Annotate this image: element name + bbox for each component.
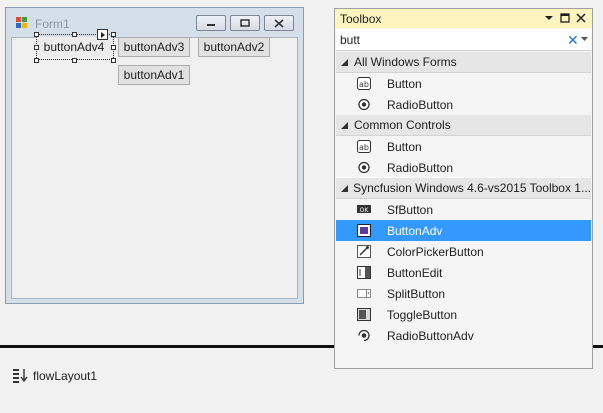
toolbox-item-label: RadioButton <box>387 98 454 112</box>
toolbox-group-common-controls[interactable]: Common Controls <box>336 115 591 136</box>
toolbox-item-label: RadioButtonAdv <box>387 329 474 343</box>
toolbox-item-label: Button <box>387 77 422 91</box>
toolbox-item-colorpickerbutton[interactable]: ColorPickerButton <box>336 241 591 262</box>
toolbox-close-button[interactable] <box>575 12 587 24</box>
toolbox-item-label: RadioButton <box>387 161 454 175</box>
svg-text:ab: ab <box>359 80 369 89</box>
close-button[interactable] <box>264 15 294 31</box>
split-button-icon <box>357 289 371 298</box>
tray-component-flowlayout[interactable]: flowLayout1 <box>12 368 97 383</box>
form-title: Form1 <box>35 17 70 31</box>
tray-component-label: flowLayout1 <box>33 368 98 383</box>
dropdown-arrow-icon <box>545 16 553 20</box>
group-label: Syncfusion Windows 4.6-vs2015 Toolbox 1.… <box>353 181 591 195</box>
button-adv-icon <box>357 224 371 237</box>
toolbox-item-label: ButtonAdv <box>387 224 443 238</box>
button-adv2[interactable]: buttonAdv2 <box>198 37 270 57</box>
maximize-icon <box>240 19 250 27</box>
resize-handle[interactable] <box>34 45 39 50</box>
svg-text:ab: ab <box>359 143 369 152</box>
toolbox-item-buttonadv[interactable]: ButtonAdv <box>336 220 591 241</box>
close-icon <box>274 18 284 28</box>
toolbox-group-all-windows-forms[interactable]: All Windows Forms <box>336 52 591 73</box>
toolbox-title: Toolbox <box>340 12 382 26</box>
toolbox-group-syncfusion[interactable]: Syncfusion Windows 4.6-vs2015 Toolbox 1.… <box>336 178 591 199</box>
toolbox-item-radiobuttonadv[interactable]: RadioButtonAdv <box>336 325 591 346</box>
resize-handle[interactable] <box>111 45 116 50</box>
resize-handle[interactable] <box>34 58 39 63</box>
toolbox-header[interactable]: Toolbox <box>335 9 592 28</box>
radio-button-icon <box>358 161 370 174</box>
resize-handle[interactable] <box>72 32 77 37</box>
toolbox-item-label: Button <box>387 140 422 154</box>
toolbox-float-button[interactable] <box>559 12 571 24</box>
maximize-icon <box>560 13 570 23</box>
smart-tag-button[interactable] <box>97 29 108 40</box>
radio-button-adv-icon <box>358 329 370 342</box>
clear-search-icon[interactable]: ✕ <box>567 32 579 48</box>
maximize-button[interactable] <box>230 15 260 31</box>
button-icon: ab <box>357 77 371 90</box>
expanded-triangle-icon <box>341 121 348 129</box>
flow-layout-icon <box>13 369 28 383</box>
button-adv1[interactable]: buttonAdv1 <box>118 65 190 85</box>
sf-button-icon: OK <box>357 205 371 214</box>
toolbox-search-input[interactable] <box>340 31 550 48</box>
toolbox-item-label: SfButton <box>387 203 434 217</box>
resize-handle[interactable] <box>34 32 39 37</box>
form-icon <box>16 17 27 28</box>
toolbox-item-label: ButtonEdit <box>387 266 443 280</box>
button-edit-icon <box>357 266 371 279</box>
toolbox-item-label: ColorPickerButton <box>387 245 484 259</box>
resize-handle[interactable] <box>111 32 116 37</box>
expanded-triangle-icon <box>341 58 348 66</box>
toolbox-list: All Windows Forms ab Button RadioButton … <box>336 52 591 346</box>
toolbox-item-label: SplitButton <box>387 287 446 301</box>
color-picker-icon <box>357 245 371 258</box>
search-dropdown-icon[interactable] <box>581 37 588 42</box>
toolbox-item-button[interactable]: ab Button <box>336 73 591 94</box>
toolbox-item-togglebutton[interactable]: ToggleButton <box>336 304 591 325</box>
toolbox-item-sfbutton[interactable]: OK SfButton <box>336 199 591 220</box>
toolbox-item-label: ToggleButton <box>387 308 458 322</box>
toolbox-options-button[interactable] <box>543 12 555 24</box>
minimize-button[interactable] <box>196 15 226 31</box>
resize-handle[interactable] <box>111 58 116 63</box>
close-icon <box>576 13 586 23</box>
group-label: All Windows Forms <box>354 55 457 69</box>
radio-button-icon <box>358 98 370 111</box>
resize-handle[interactable] <box>72 58 77 63</box>
toolbox-item-button[interactable]: ab Button <box>336 136 591 157</box>
toolbox-search-box[interactable]: ✕ <box>336 29 591 51</box>
form-titlebar[interactable]: Form1 <box>6 8 303 36</box>
expanded-triangle-icon <box>340 184 348 192</box>
toolbox-panel[interactable]: Toolbox ✕ All Windows Forms ab Button Ra… <box>334 8 593 369</box>
toolbox-item-buttonedit[interactable]: ButtonEdit <box>336 262 591 283</box>
smart-tag-arrow-icon <box>100 31 105 38</box>
toggle-button-icon <box>357 308 371 321</box>
group-label: Common Controls <box>354 118 451 132</box>
svg-text:OK: OK <box>360 207 370 214</box>
minimize-icon <box>207 24 215 26</box>
toolbox-item-splitbutton[interactable]: SplitButton <box>336 283 591 304</box>
toolbox-item-radiobutton[interactable]: RadioButton <box>336 94 591 115</box>
toolbox-item-radiobutton[interactable]: RadioButton <box>336 157 591 178</box>
button-adv3[interactable]: buttonAdv3 <box>118 37 190 57</box>
button-icon: ab <box>357 140 371 153</box>
